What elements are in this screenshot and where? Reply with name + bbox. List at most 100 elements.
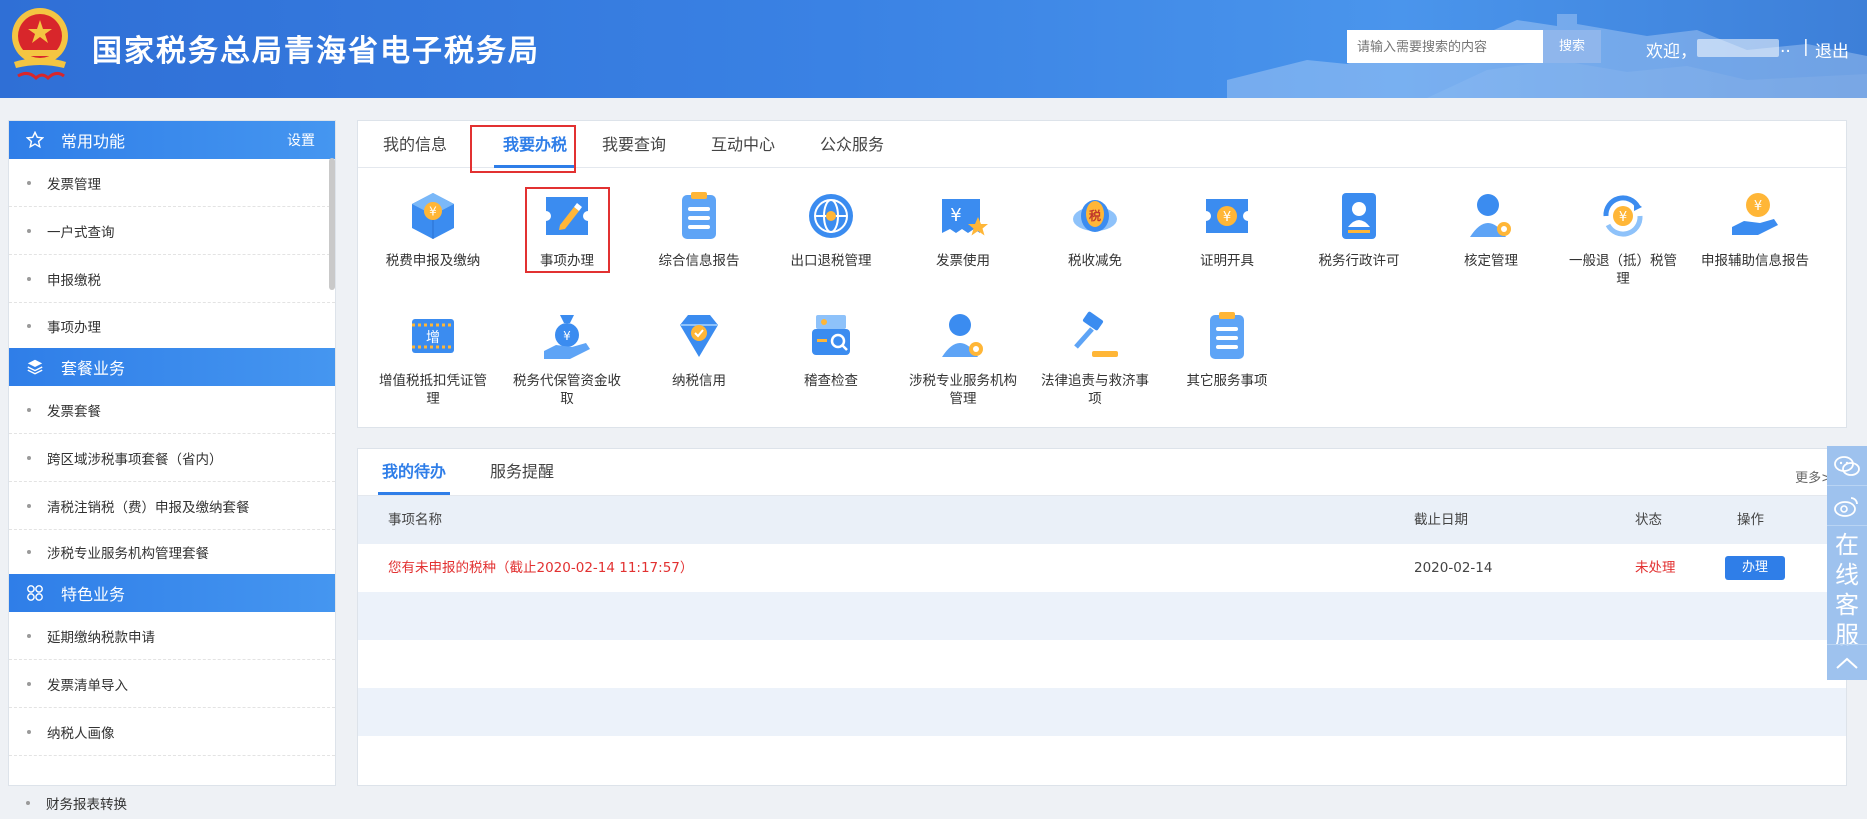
section-title: 套餐业务 [61, 359, 126, 378]
header-separator: | [1803, 37, 1809, 57]
top-banner: 国家税务总局青海省电子税务局 搜索 欢迎， .. | 退出 [0, 0, 1867, 98]
refund-icon: ¥ [1603, 195, 1643, 237]
sidebar-item-label: 发票套餐 [47, 403, 101, 420]
grid-icon [25, 583, 45, 603]
section-title: 特色业务 [61, 585, 126, 604]
username-redacted [1697, 39, 1779, 57]
func-fund-custody[interactable]: ¥ 税务代保管资金收取 [512, 307, 622, 408]
section-title: 常用功能 [61, 132, 126, 151]
status-badge: 未处理 [1635, 560, 1676, 576]
search-input[interactable] [1347, 30, 1543, 63]
logout-link[interactable]: 退出 [1815, 37, 1849, 62]
sidebar-scrollbar[interactable] [329, 158, 335, 290]
sidebar-item-invoice-package[interactable]: 发票套餐 [9, 386, 335, 434]
table-row: 您有未申报的税种（截止2020-02-14 11:17:57） 2020-02-… [358, 544, 1846, 592]
sidebar-item-taxpayer-portrait[interactable]: 纳税人画像 [9, 708, 335, 756]
sidebar-item-cross-region-package[interactable]: 跨区域涉税事项套餐（省内） [9, 434, 335, 482]
func-export-refund[interactable]: 出口退税管理 [776, 187, 886, 270]
sidebar-item-invoice-management[interactable]: 发票管理 [9, 159, 335, 207]
handle-button[interactable]: 办理 [1725, 556, 1785, 580]
func-declaration-aux[interactable]: ¥ 申报辅助信息报告 [1700, 187, 1810, 270]
func-label: 法律追责与救济事项 [1041, 373, 1149, 407]
func-invoice-use[interactable]: ¥ 发票使用 [908, 187, 1018, 270]
col-status: 状态 [1635, 512, 1662, 528]
func-inspection[interactable]: 稽查检查 [776, 307, 886, 390]
svg-text:增: 增 [426, 330, 440, 346]
func-label: 涉税专业服务机构管理 [909, 373, 1017, 407]
welcome-ellipsis: .. [1780, 37, 1791, 57]
func-assessment[interactable]: 核定管理 [1436, 187, 1546, 270]
wechat-icon[interactable] [1827, 446, 1867, 486]
bullet-icon [27, 633, 31, 638]
tab-label: 我的待办 [382, 462, 447, 481]
svg-text:税: 税 [1089, 208, 1101, 223]
func-legal-remedy[interactable]: 法律追责与救济事项 [1040, 307, 1150, 408]
hand-coin-icon: ¥ [1732, 193, 1778, 235]
todo-tabs: 我的待办 服务提醒 更多> [358, 449, 1846, 496]
tab-interaction[interactable]: 互动中心 [708, 121, 778, 168]
func-other-services[interactable]: 其它服务事项 [1172, 307, 1282, 390]
credit-diamond-icon [680, 315, 718, 357]
table-row-empty [358, 736, 1846, 784]
sidebar-item-label: 清税注销税（费）申报及缴纳套餐 [47, 499, 250, 516]
func-label: 税费申报及缴纳 [385, 253, 481, 269]
tab-my-info[interactable]: 我的信息 [380, 121, 450, 168]
tab-service-reminder[interactable]: 服务提醒 [490, 449, 554, 495]
tab-my-todo[interactable]: 我的待办 [378, 449, 451, 495]
search-button[interactable]: 搜索 [1543, 30, 1601, 63]
todo-item-link[interactable]: 您有未申报的税种（截止2020-02-14 11:17:57） [388, 544, 693, 592]
svg-text:¥: ¥ [1223, 210, 1231, 225]
table-row-empty [358, 640, 1846, 688]
sidebar-item-declare-pay[interactable]: 申报缴税 [9, 255, 335, 303]
func-info-report[interactable]: 综合信息报告 [644, 187, 754, 270]
sidebar-item-one-stop-query[interactable]: 一户式查询 [9, 207, 335, 255]
sidebar-item-deregistration-package[interactable]: 清税注销税（费）申报及缴纳套餐 [9, 482, 335, 530]
sidebar-item-matters[interactable]: 事项办理 [9, 303, 335, 348]
svg-text:¥: ¥ [950, 205, 961, 226]
weibo-icon[interactable] [1827, 486, 1867, 526]
tax-emblem-logo [12, 8, 68, 81]
site-title: 国家税务总局青海省电子税务局 [92, 34, 540, 69]
sidebar-item-agency-package[interactable]: 涉税专业服务机构管理套餐 [9, 530, 335, 574]
func-label: 事项办理 [540, 253, 594, 269]
func-tax-reduction[interactable]: 税 税收减免 [1040, 187, 1150, 270]
sidebar-item-label: 事项办理 [47, 319, 101, 336]
svg-text:¥: ¥ [429, 205, 437, 219]
sidebar-item-report-conversion[interactable]: 财务报表转换 [8, 786, 336, 819]
table-row-empty [358, 592, 1846, 640]
func-admin-license[interactable]: 税务行政许可 [1304, 187, 1414, 270]
func-certificate[interactable]: ¥ 证明开具 [1172, 187, 1282, 270]
func-tax-declaration[interactable]: ¥ 税费申报及缴纳 [378, 187, 488, 270]
settings-link[interactable]: 设置 [287, 130, 315, 150]
bullet-icon [27, 455, 31, 460]
func-vat-deduction[interactable]: 增 增值税抵扣凭证管理 [378, 307, 488, 408]
edit-ticket-icon [546, 197, 588, 235]
sidebar-item-deferred-payment[interactable]: 延期缴纳税款申请 [9, 612, 335, 660]
func-label: 出口退税管理 [790, 253, 872, 269]
tab-underline [378, 492, 451, 495]
func-tax-credit[interactable]: 纳税信用 [644, 307, 754, 390]
clipboard-icon [682, 192, 716, 239]
col-name: 事项名称 [388, 512, 442, 528]
func-general-refund[interactable]: ¥ 一般退（抵）税管理 [1568, 187, 1678, 288]
section-common-functions: 常用功能 设置 [9, 121, 335, 159]
func-label: 纳税信用 [672, 373, 726, 389]
func-matter-handling[interactable]: 事项办理 [512, 187, 622, 270]
highlight-box-tab [470, 125, 576, 173]
sidebar-item-label: 一户式查询 [47, 224, 115, 241]
tab-public-service[interactable]: 公众服务 [817, 121, 887, 168]
sidebar-item-invoice-list-import[interactable]: 发票清单导入 [9, 660, 335, 708]
money-bag-icon: ¥ [544, 315, 590, 359]
bullet-icon [27, 323, 31, 328]
tax-box-icon: ¥ [412, 193, 454, 239]
main-tabs: 我的信息 我要办税 我要查询 互动中心 公众服务 [358, 121, 1846, 168]
func-label: 增值税抵扣凭证管理 [379, 373, 487, 407]
online-service-text[interactable]: 在线客服 [1827, 526, 1867, 650]
tab-query[interactable]: 我要查询 [599, 121, 669, 168]
back-to-top-icon[interactable] [1827, 644, 1867, 680]
list-icon [1210, 312, 1244, 359]
sidebar-item-label: 涉税专业服务机构管理套餐 [47, 546, 209, 562]
table-row-empty [358, 688, 1846, 736]
bullet-icon [27, 407, 31, 412]
func-agency-management[interactable]: 涉税专业服务机构管理 [908, 307, 1018, 408]
